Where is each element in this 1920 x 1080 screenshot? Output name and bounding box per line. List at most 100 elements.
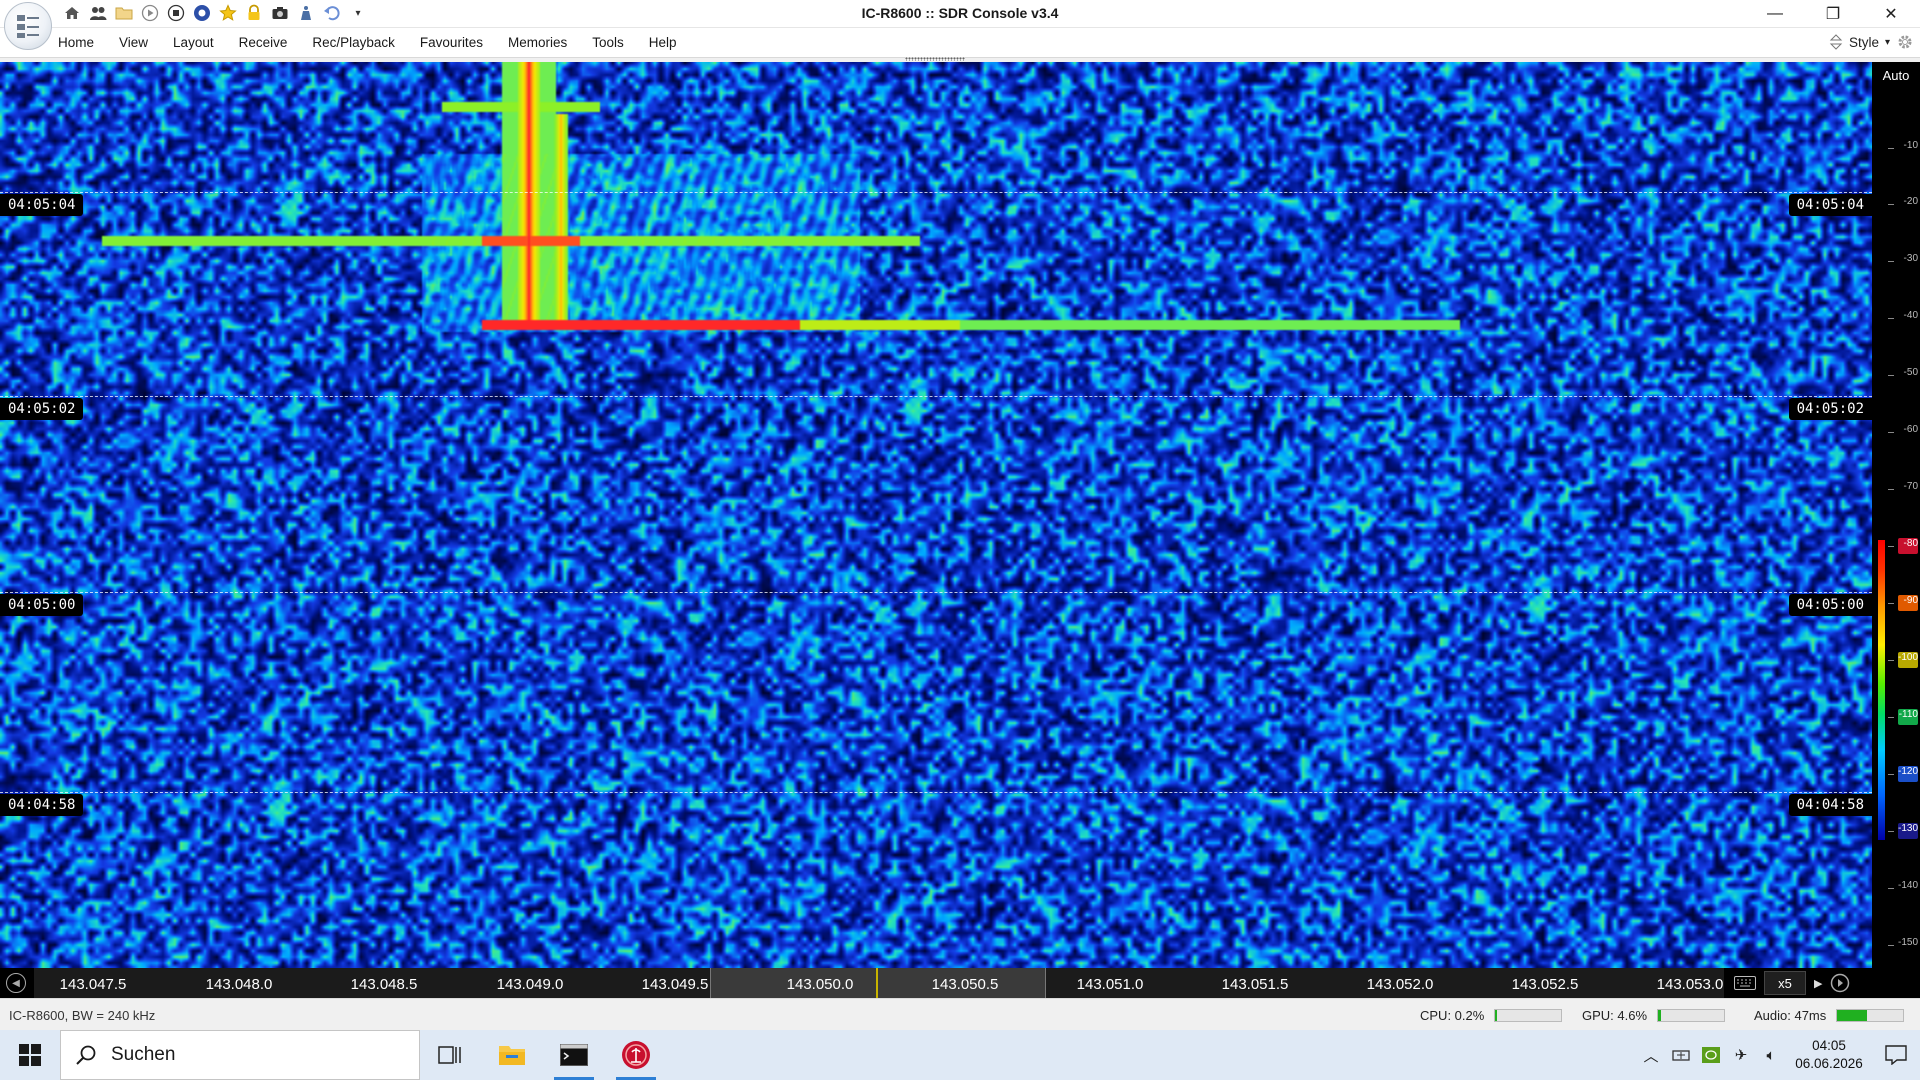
- frequency-label: 143.048.5: [350, 976, 418, 993]
- camera-icon[interactable]: [270, 3, 290, 23]
- time-marker-left: 04:05:00: [0, 594, 84, 616]
- device-status: IC-R8600, BW = 240 kHz: [9, 1008, 156, 1023]
- record-icon[interactable]: [192, 3, 212, 23]
- taskbar-search[interactable]: [60, 1030, 420, 1080]
- windows-logo-icon: [19, 1044, 41, 1066]
- folder-icon: [499, 1046, 525, 1065]
- application-menu-button[interactable]: [4, 2, 52, 50]
- frequency-label: 143.052.5: [1511, 976, 1579, 993]
- restore-button[interactable]: ❐: [1804, 0, 1862, 28]
- db-scale[interactable]: Auto -10 -20 -30 -40 -50 -60 -70 -80 -90…: [1872, 62, 1920, 968]
- frequency-label: 143.051.0: [1076, 976, 1144, 993]
- notification-icon: [1885, 1045, 1907, 1065]
- system-clock[interactable]: 04:05 06.06.2026: [1786, 1037, 1872, 1073]
- app-menu-icon: [17, 15, 39, 38]
- audio-label: Audio: 47ms: [1754, 1008, 1827, 1023]
- waterfall-canvas[interactable]: [0, 62, 1872, 968]
- network-adapter-icon[interactable]: [1666, 1030, 1696, 1080]
- gpu-meter-fill: [1658, 1010, 1662, 1021]
- db-tick: -40: [1888, 310, 1918, 326]
- frequency-label: 143.050.5: [931, 976, 999, 993]
- time-marker-left: 04:04:58: [0, 794, 84, 816]
- menu-tools[interactable]: Tools: [592, 35, 624, 50]
- system-tray: ︿ ✈ 🔈︎ 04:05 06.06.2026: [1636, 1030, 1920, 1080]
- search-icon: [76, 1045, 96, 1065]
- scroll-right-button[interactable]: [1830, 971, 1850, 995]
- menu-receive[interactable]: Receive: [239, 35, 288, 50]
- style-label: Style: [1848, 34, 1879, 50]
- file-explorer-app[interactable]: [484, 1030, 540, 1080]
- customize-dropdown-icon[interactable]: ▾: [348, 3, 368, 23]
- volume-icon[interactable]: 🔈︎: [1756, 1030, 1786, 1080]
- zoom-selector[interactable]: x5: [1764, 971, 1806, 995]
- start-button[interactable]: [0, 1030, 60, 1080]
- quick-access-toolbar: ▾: [62, 3, 368, 23]
- frequency-axis[interactable]: 143.047.5 143.048.0 143.048.5 143.049.0 …: [34, 968, 1724, 998]
- clock-date: 06.06.2026: [1795, 1056, 1863, 1071]
- db-tick: -10: [1888, 140, 1918, 156]
- time-marker-right: 04:05:00: [1788, 594, 1872, 616]
- cpu-status: CPU: 0.2%: [1420, 1008, 1563, 1023]
- menu-items: Home View Layout Receive Rec/Playback Fa…: [58, 35, 702, 50]
- chevron-up-icon[interactable]: ︿: [1636, 1030, 1666, 1080]
- panel-resize-grip[interactable]: [905, 57, 965, 61]
- search-input[interactable]: [111, 1044, 391, 1066]
- task-view-button[interactable]: [422, 1030, 478, 1080]
- time-marker-right: 04:04:58: [1788, 794, 1872, 816]
- menu-help[interactable]: Help: [649, 35, 677, 50]
- frequency-label: 143.049.5: [641, 976, 709, 993]
- frequency-label: 143.050.0: [786, 976, 854, 993]
- time-marker-left: 04:05:04: [0, 194, 84, 216]
- menu-view[interactable]: View: [119, 35, 148, 50]
- folder-icon[interactable]: [114, 3, 134, 23]
- favourite-star-icon[interactable]: [218, 3, 238, 23]
- gpu-label: GPU: 4.6%: [1582, 1008, 1648, 1023]
- time-gridline: [0, 792, 1872, 793]
- home-icon[interactable]: [62, 3, 82, 23]
- airplane-mode-icon[interactable]: ✈: [1726, 1030, 1756, 1080]
- menu-favourites[interactable]: Favourites: [420, 35, 483, 50]
- db-tick: -30: [1888, 253, 1918, 269]
- auto-scale-button[interactable]: Auto: [1872, 62, 1920, 88]
- minimize-button[interactable]: —: [1746, 0, 1804, 28]
- frequency-bar: ◀ 143.047.5 143.048.0 143.048.5 143.049.…: [0, 968, 1920, 998]
- vfo-marker[interactable]: [876, 968, 878, 998]
- waterfall-display[interactable]: 04:05:04 04:05:02 04:05:00 04:04:58 04:0…: [0, 62, 1872, 968]
- undo-icon[interactable]: [322, 3, 342, 23]
- style-arrows-icon: [1829, 34, 1843, 50]
- frequency-label: 143.052.0: [1366, 976, 1434, 993]
- stop-icon[interactable]: [166, 3, 186, 23]
- chevron-down-icon: ▾: [1884, 36, 1890, 48]
- menu-layout[interactable]: Layout: [173, 35, 214, 50]
- cpu-label: CPU: 0.2%: [1420, 1008, 1485, 1023]
- color-gradient-bar[interactable]: [1878, 540, 1885, 840]
- cpu-meter-fill: [1495, 1010, 1497, 1021]
- zoom-next-arrow-icon[interactable]: ▶: [1814, 971, 1822, 995]
- db-tick: -50: [1888, 367, 1918, 383]
- gear-icon[interactable]: [1896, 33, 1914, 51]
- gpu-status: GPU: 4.6%: [1582, 1008, 1726, 1023]
- style-menu[interactable]: Style ▾: [1829, 33, 1914, 51]
- db-tick: -150: [1888, 937, 1918, 953]
- nvidia-icon[interactable]: [1696, 1030, 1726, 1080]
- weight-icon[interactable]: [296, 3, 316, 23]
- time-marker-right: 04:05:04: [1788, 194, 1872, 216]
- frequency-controls: x5 ▶: [1724, 968, 1920, 998]
- terminal-app[interactable]: [546, 1030, 602, 1080]
- audio-meter: [1836, 1009, 1905, 1022]
- keyboard-icon[interactable]: [1734, 971, 1756, 995]
- menu-rec-playback[interactable]: Rec/Playback: [312, 35, 395, 50]
- menu-home[interactable]: Home: [58, 35, 94, 50]
- audio-status: Audio: 47ms: [1754, 1008, 1905, 1023]
- menu-memories[interactable]: Memories: [508, 35, 567, 50]
- db-tick: -20: [1888, 196, 1918, 212]
- notification-center-button[interactable]: [1872, 1030, 1920, 1080]
- play-icon[interactable]: [140, 3, 160, 23]
- sdr-console-app[interactable]: [608, 1030, 664, 1080]
- windows-taskbar: ︿ ✈ 🔈︎ 04:05 06.06.2026: [0, 1030, 1920, 1080]
- scroll-left-button[interactable]: ◀: [6, 973, 26, 993]
- users-icon[interactable]: [88, 3, 108, 23]
- close-button[interactable]: ✕: [1862, 0, 1920, 28]
- lock-icon[interactable]: [244, 3, 264, 23]
- window-controls: — ❐ ✕: [1746, 0, 1920, 28]
